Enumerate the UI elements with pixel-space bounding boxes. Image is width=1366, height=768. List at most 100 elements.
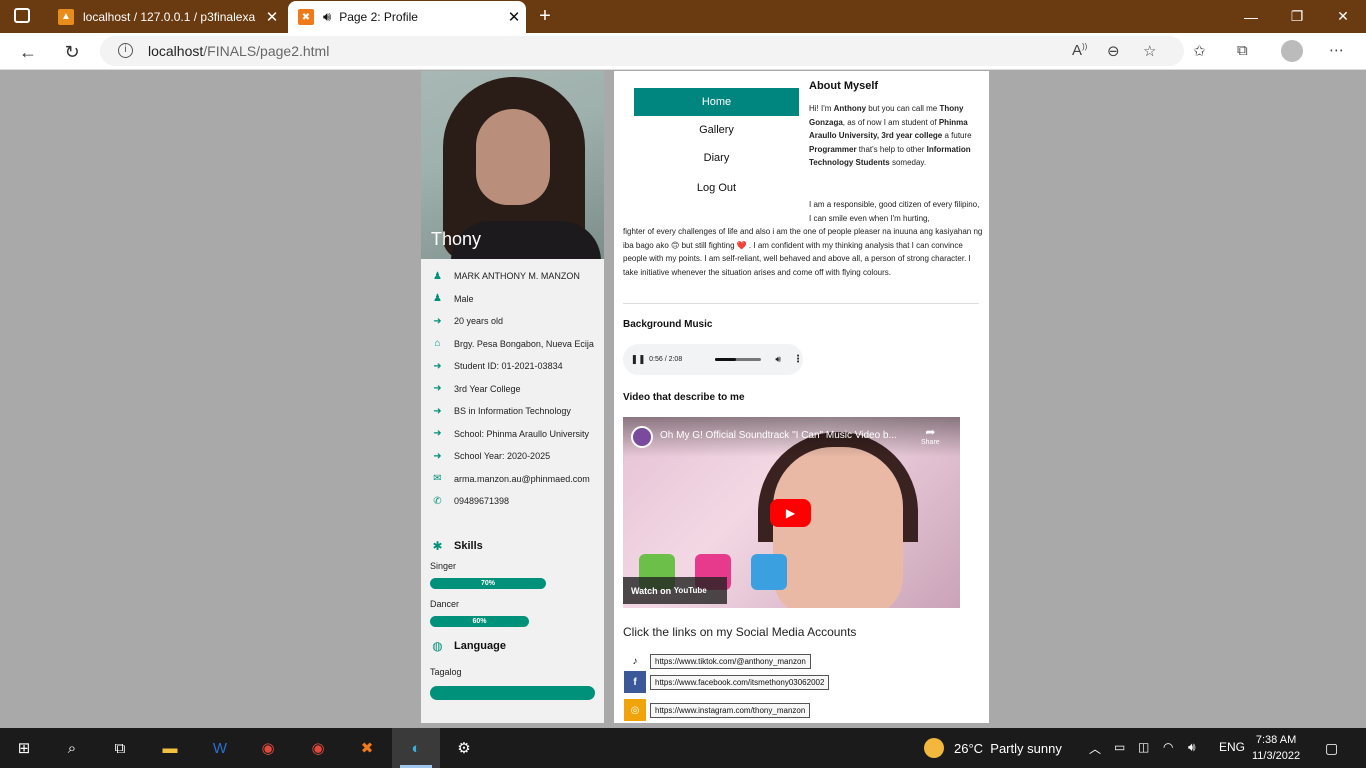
play-icon[interactable]: ▶ (770, 499, 811, 527)
window-close-icon[interactable]: ✕ (1320, 0, 1366, 33)
nav-home[interactable]: Home (634, 88, 799, 116)
info-item-gender: ♟ Male (421, 288, 604, 311)
arrow-icon: ➜ (433, 428, 442, 440)
word-icon[interactable]: W (208, 736, 232, 760)
profile-icon[interactable] (1281, 40, 1303, 62)
nav-gallery[interactable]: Gallery (634, 116, 799, 144)
language-indicator[interactable]: ENG (1219, 740, 1245, 754)
info-item-email: ✉ arma.manzon.au@phinmaed.com (421, 468, 604, 491)
info-icon[interactable]: i (118, 43, 133, 58)
channel-avatar[interactable] (631, 426, 653, 448)
settings-icon[interactable]: ⚙ (452, 736, 476, 760)
info-item-phone: ✆ 09489671398 (421, 490, 604, 513)
chrome-profile-icon[interactable]: ◉ (306, 736, 330, 760)
meet-icon[interactable]: ◫ (1138, 740, 1149, 754)
battery-icon[interactable]: ▭ (1114, 740, 1125, 754)
zoom-icon[interactable]: ⊖ (1107, 42, 1120, 60)
task-view-icon[interactable]: ⧉ (108, 736, 132, 760)
tray-chevron-icon[interactable]: ︿ (1089, 740, 1101, 757)
edge-icon[interactable]: ◐ (404, 736, 428, 760)
about-paragraph: fighter of every challenges of life and … (623, 227, 983, 277)
video-heading: Video that describe to me (623, 392, 745, 403)
add-favorite-icon[interactable]: ☆ (1143, 42, 1156, 60)
tab-title: localhost / 127.0.0.1 / p3finalexa (83, 9, 256, 24)
audio-more-icon[interactable]: ⋮ (793, 354, 803, 365)
social-heading: Click the links on my Social Media Accou… (623, 625, 857, 639)
info-item-address: ⌂ Brgy. Pesa Bongabon, Nueva Ecija (421, 333, 604, 356)
social-row-instagram: ◎ https://www.instagram.com/thony_manzon (624, 699, 811, 721)
skill-bar-dancer: 60% (430, 615, 529, 627)
refresh-icon[interactable]: ↻ (59, 39, 85, 65)
restore-icon[interactable]: ❐ (1274, 0, 1320, 33)
volume-tray-icon[interactable]: 🔊︎ (1188, 740, 1196, 755)
start-icon[interactable]: ⊞ (12, 736, 36, 760)
audio-progress-slider[interactable] (715, 358, 762, 361)
profile-sidebar: Thony ♟ MARK ANTHONY M. MANZON ♟ Male ➜ 20 … (421, 71, 604, 723)
file-explorer-icon[interactable]: ▬ (158, 736, 182, 760)
language-heading: ◍ Language (421, 636, 604, 656)
notifications-icon[interactable]: ▢ (1325, 740, 1338, 757)
profile-photo: Thony (421, 71, 604, 259)
arrow-icon: ➜ (433, 383, 442, 395)
search-icon[interactable]: ⌕ (60, 736, 84, 760)
info-item-school: ➜ School: Phinma Araullo University (421, 423, 604, 446)
tiktok-icon: ♪ (624, 650, 646, 672)
speaker-icon[interactable]: 🔊︎ (323, 9, 331, 25)
tiktok-link[interactable]: https://www.tiktok.com/@anthony_manzon (650, 653, 811, 669)
main-content: Home Gallery Diary Log Out About Myself … (614, 71, 989, 723)
person-icon: ♟ (433, 293, 442, 305)
arrow-icon: ➜ (433, 315, 442, 327)
wifi-icon[interactable]: ◠ (1163, 740, 1173, 754)
facebook-icon: f (624, 671, 646, 693)
music-heading: Background Music (623, 319, 713, 330)
xampp-icon: ✖ (298, 9, 314, 25)
audio-time: 0:56 / 2:08 (649, 356, 683, 363)
arrow-icon: ➜ (433, 360, 442, 372)
info-item-school-year: ➜ School Year: 2020-2025 (421, 445, 604, 468)
skill-bar-track: 60% (430, 615, 529, 627)
youtube-embed[interactable]: Oh My G! Official Soundtrack "I Can" Mus… (623, 417, 960, 608)
phone-icon: ✆ (433, 495, 442, 507)
clock[interactable]: 7:38 AM 11/3/2022 (1252, 732, 1300, 764)
url-field[interactable]: i localhost/FINALS/page2.html A)) ⊖ ☆ (100, 36, 1184, 66)
nav-diary[interactable]: Diary (634, 144, 799, 172)
url-text[interactable]: localhost/FINALS/page2.html (148, 43, 329, 59)
pause-icon[interactable]: ❚❚ (627, 354, 649, 365)
tab-title: Page 2: Profile (339, 10, 418, 24)
arrow-icon: ➜ (433, 405, 442, 417)
info-item-year: ➜ 3rd Year College (421, 378, 604, 401)
volume-icon[interactable]: 🔊︎ (775, 354, 781, 365)
close-tab-icon[interactable]: ✕ (260, 8, 284, 26)
minimize-icon[interactable]: — (1228, 0, 1274, 33)
share-button[interactable]: ➦ Share (921, 425, 940, 446)
back-icon[interactable]: ← (15, 39, 41, 65)
nav-logout[interactable]: Log Out (634, 174, 799, 202)
about-intro: Hi! I'm Anthony but you can call me Thon… (809, 104, 972, 167)
info-item-student-id: ➜ Student ID: 01-2021-03834 (421, 355, 604, 378)
chrome-icon[interactable]: ◉ (256, 736, 280, 760)
person-icon: ♟ (433, 270, 442, 282)
audio-player[interactable]: ❚❚ 0:56 / 2:08 🔊︎ ⋮ (623, 344, 803, 375)
favorites-icon[interactable]: ✩ (1193, 42, 1206, 60)
social-row-tiktok: ♪ https://www.tiktok.com/@anthony_manzon (624, 650, 811, 672)
sidebar-icon[interactable] (14, 8, 30, 23)
info-item-course: ➜ BS in Information Technology (421, 400, 604, 423)
new-tab-icon[interactable]: + (533, 4, 557, 28)
watch-on-youtube-button[interactable]: Watch on YouTube (623, 577, 727, 604)
tab-profile[interactable]: ✖ 🔊︎ Page 2: Profile ✕ (288, 1, 526, 33)
read-aloud-icon[interactable]: A)) (1072, 42, 1087, 59)
xampp-taskbar-icon[interactable]: ✖ (355, 736, 379, 760)
info-item-name: ♟ MARK ANTHONY M. MANZON (421, 265, 604, 288)
arrow-icon: ➜ (433, 450, 442, 462)
skill-label: Dancer (430, 598, 460, 609)
video-title[interactable]: Oh My G! Official Soundtrack "I Can" Mus… (660, 430, 897, 441)
mail-icon: ✉ (433, 473, 442, 485)
close-tab-icon[interactable]: ✕ (502, 8, 526, 26)
more-icon[interactable]: ⋯ (1329, 41, 1344, 59)
personal-info-list: ♟ MARK ANTHONY M. MANZON ♟ Male ➜ 20 years … (421, 259, 604, 513)
weather-widget[interactable]: 26°C Partly sunny (924, 738, 1062, 758)
facebook-link[interactable]: https://www.facebook.com/itsmethony03062… (650, 674, 830, 690)
collections-icon[interactable]: ⧉ (1237, 42, 1248, 59)
tab-phpmyadmin[interactable]: ▲ localhost / 127.0.0.1 / p3finalexa ✕ (48, 0, 284, 33)
instagram-link[interactable]: https://www.instagram.com/thony_manzon (650, 702, 811, 718)
